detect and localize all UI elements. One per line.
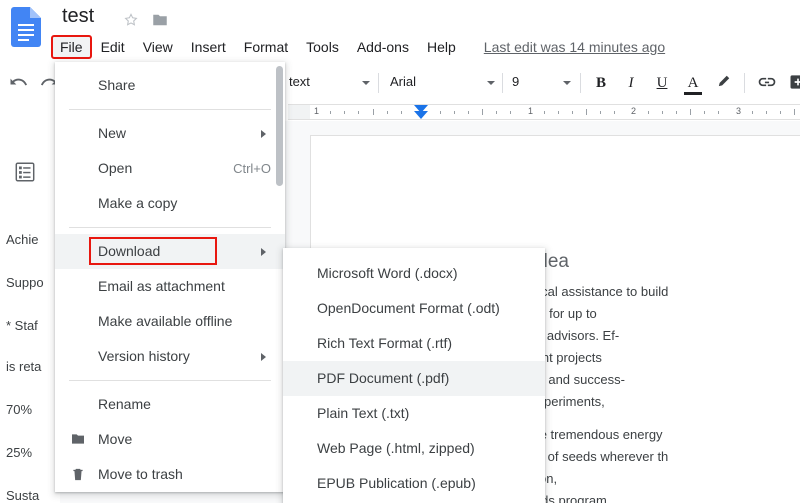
document-left-fragment: Susta: [6, 488, 39, 503]
last-edit-link[interactable]: Last edit was 14 minutes ago: [484, 36, 665, 56]
submenu-item-txt[interactable]: Plain Text (.txt): [283, 396, 545, 431]
ruler-page-area: [310, 105, 800, 119]
trash-icon: [69, 466, 87, 483]
submenu-item-rtf[interactable]: Rich Text Format (.rtf): [283, 326, 545, 361]
document-left-fragment: 25%: [6, 445, 32, 460]
underline-button[interactable]: U: [651, 72, 673, 94]
toolbar-divider: [580, 73, 581, 93]
menu-item-label: Email as attachment: [98, 278, 225, 294]
menu-item-rename[interactable]: Rename: [55, 387, 285, 422]
menu-item-make-a-copy[interactable]: Make a copy: [55, 186, 285, 221]
chevron-down-icon[interactable]: [563, 81, 571, 85]
submenu-arrow-icon: [261, 353, 266, 361]
undo-icon[interactable]: [8, 72, 28, 92]
folder-icon: [69, 431, 87, 447]
menu-tools[interactable]: Tools: [298, 36, 347, 58]
document-left-fragment: * Staf: [6, 318, 38, 333]
submenu-item-label: OpenDocument Format (.odt): [317, 300, 500, 316]
document-left-fragment: 70%: [6, 402, 32, 417]
file-dropdown-menu: Share New Open Ctrl+O Make a copy Downlo…: [55, 62, 285, 492]
app-header: test FileEditViewInsertFormatToolsAdd-on…: [0, 0, 800, 64]
toolbar-divider: [744, 73, 745, 93]
menu-item-label: Make a copy: [98, 195, 177, 211]
document-left-strip: Achie Suppo * Staf is reta 70% 25% Susta: [0, 121, 60, 503]
menu-separator: [69, 109, 271, 110]
menu-edit[interactable]: Edit: [93, 36, 133, 58]
submenu-item-label: Web Page (.html, zipped): [317, 440, 475, 456]
submenu-item-docx[interactable]: Microsoft Word (.docx): [283, 256, 545, 291]
menu-view[interactable]: View: [135, 36, 181, 58]
highlight-pen-icon[interactable]: [713, 72, 735, 94]
submenu-item-label: Microsoft Word (.docx): [317, 265, 458, 281]
menu-item-label: Open: [98, 160, 132, 176]
star-outline-icon[interactable]: [122, 11, 140, 29]
menu-item-new[interactable]: New: [55, 116, 285, 151]
font-family-value[interactable]: Arial: [390, 74, 416, 89]
submenu-arrow-icon: [261, 130, 266, 138]
document-left-fragment: is reta: [6, 359, 41, 374]
menu-item-label: Version history: [98, 348, 190, 364]
download-submenu: Microsoft Word (.docx) OpenDocument Form…: [283, 248, 545, 503]
insert-link-icon[interactable]: [757, 72, 779, 94]
toolbar-divider: [378, 73, 379, 93]
document-outline-icon[interactable]: [14, 161, 36, 183]
menu-item-label: Download: [98, 243, 160, 259]
document-ruler[interactable]: 1 1 2 3: [288, 104, 800, 120]
ruler-label: 1: [314, 106, 319, 116]
menu-format[interactable]: Format: [236, 36, 296, 58]
document-left-fragment: Suppo: [6, 275, 44, 290]
menu-item-open[interactable]: Open Ctrl+O: [55, 151, 285, 186]
menu-item-move-to-trash[interactable]: Move to trash: [55, 457, 285, 492]
menu-bar: FileEditViewInsertFormatToolsAdd-onsHelp…: [52, 36, 665, 58]
submenu-item-label: EPUB Publication (.epub): [317, 475, 476, 491]
document-left-fragment: Achie: [6, 232, 39, 247]
menu-item-make-available-offline[interactable]: Make available offline: [55, 304, 285, 339]
ruler-label: 3: [736, 106, 741, 116]
submenu-item-pdf[interactable]: PDF Document (.pdf): [283, 361, 545, 396]
ruler-label: 1: [528, 106, 533, 116]
submenu-arrow-icon: [261, 248, 266, 256]
chevron-down-icon[interactable]: [487, 81, 495, 85]
toolbar-divider: [502, 73, 503, 93]
menu-item-download[interactable]: Download: [55, 234, 285, 269]
ruler-label: 2: [631, 106, 636, 116]
menu-item-version-history[interactable]: Version history: [55, 339, 285, 374]
google-docs-icon[interactable]: [11, 7, 41, 47]
menu-item-shortcut: Ctrl+O: [233, 151, 271, 186]
menu-item-label: Move: [98, 431, 132, 447]
menu-item-label: Make available offline: [98, 313, 232, 329]
menu-item-label: New: [98, 125, 126, 141]
submenu-item-epub[interactable]: EPUB Publication (.epub): [283, 466, 545, 501]
submenu-item-label: Rich Text Format (.rtf): [317, 335, 452, 351]
insert-image-icon[interactable]: [788, 72, 800, 94]
document-title[interactable]: test: [62, 5, 94, 28]
menu-item-label: Move to trash: [98, 466, 183, 482]
menu-item-label: Rename: [98, 396, 151, 412]
menu-addons[interactable]: Add-ons: [349, 36, 417, 58]
menu-help[interactable]: Help: [419, 36, 464, 58]
menu-separator: [69, 380, 271, 381]
menu-item-email-as-attachment[interactable]: Email as attachment: [55, 269, 285, 304]
menu-insert[interactable]: Insert: [183, 36, 234, 58]
submenu-item-label: PDF Document (.pdf): [317, 370, 449, 386]
chevron-down-icon[interactable]: [362, 81, 370, 85]
indent-marker-icon[interactable]: [414, 111, 428, 119]
font-size-value[interactable]: 9: [512, 74, 519, 89]
italic-button[interactable]: I: [620, 72, 642, 94]
menu-item-label: Share: [98, 77, 135, 93]
submenu-item-label: Plain Text (.txt): [317, 405, 409, 421]
text-color-button[interactable]: A: [682, 72, 704, 94]
menu-item-move[interactable]: Move: [55, 422, 285, 457]
bold-button[interactable]: B: [590, 72, 612, 94]
folder-icon[interactable]: [150, 11, 170, 29]
menu-item-share[interactable]: Share: [55, 68, 285, 103]
submenu-item-odt[interactable]: OpenDocument Format (.odt): [283, 291, 545, 326]
submenu-item-html[interactable]: Web Page (.html, zipped): [283, 431, 545, 466]
google-docs-window: test FileEditViewInsertFormatToolsAdd-on…: [0, 0, 800, 503]
menu-file[interactable]: File: [52, 36, 91, 58]
menu-separator: [69, 227, 271, 228]
